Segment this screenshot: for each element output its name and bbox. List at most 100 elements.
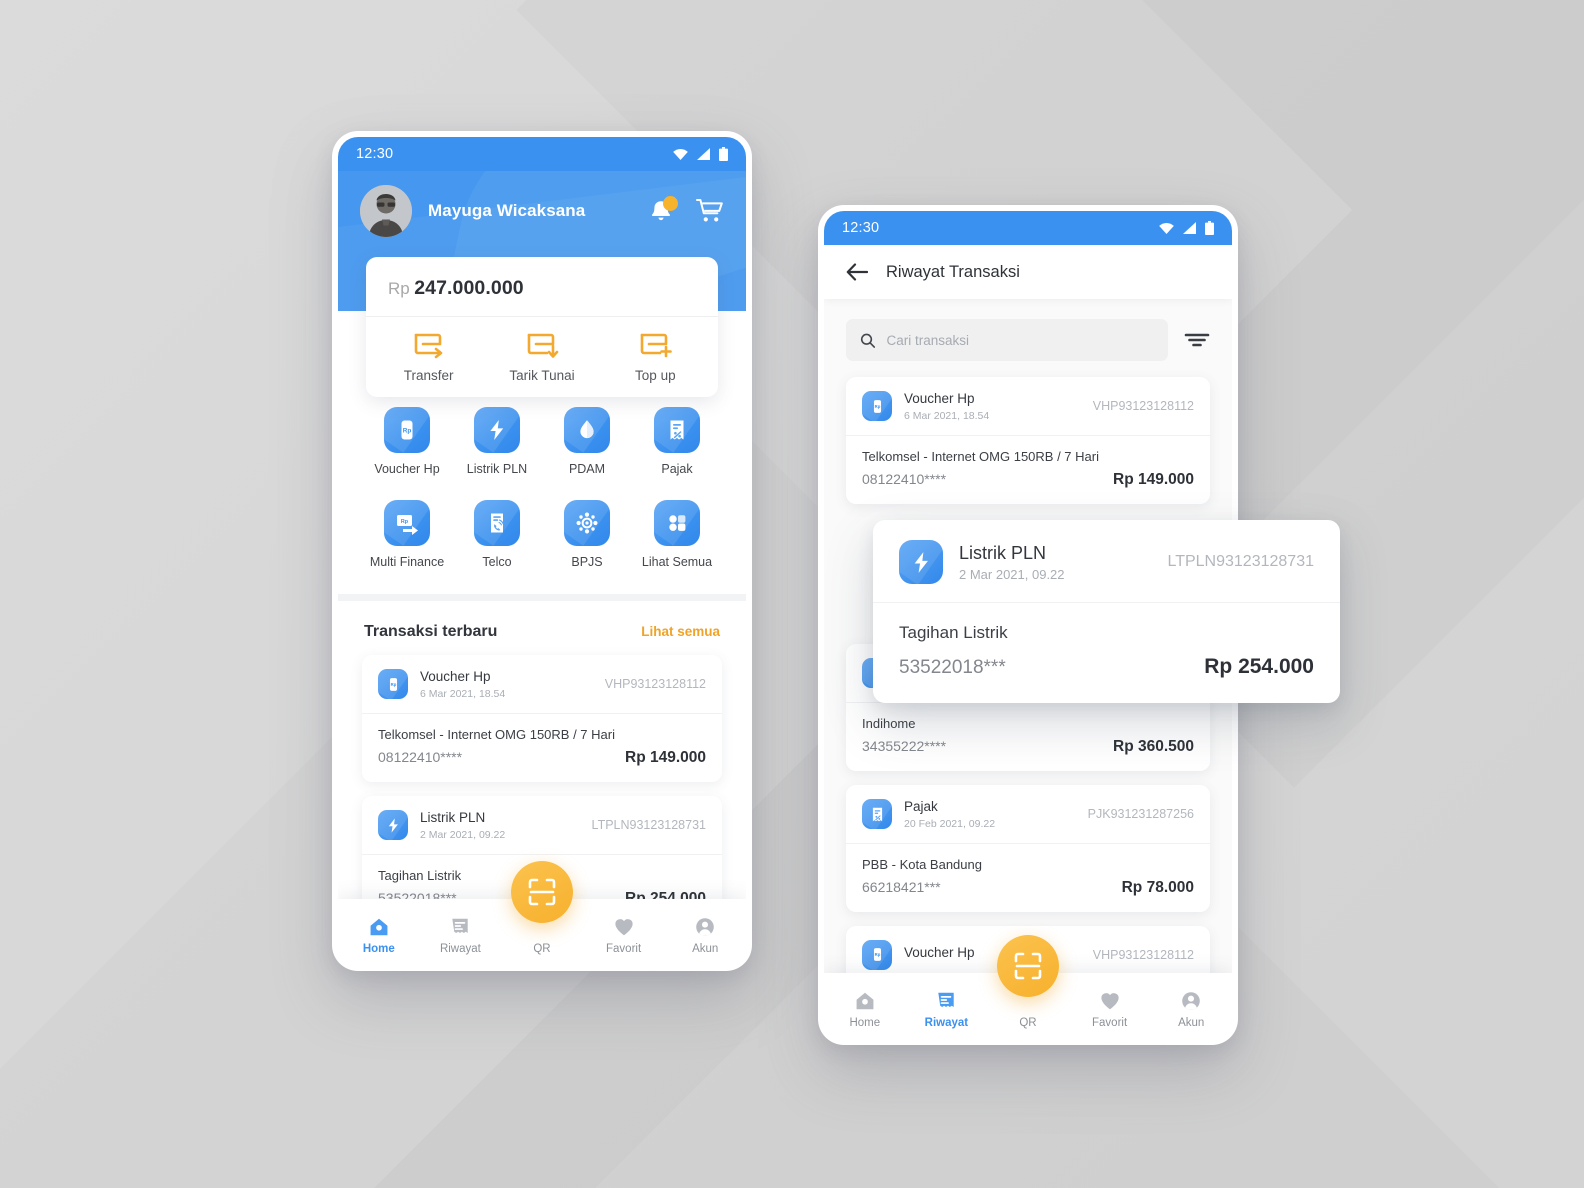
nav-item-favorit[interactable]: Favorit [583,910,665,955]
lightning-icon [378,810,408,841]
service-pdam[interactable]: PDAM [542,407,632,476]
service-voucher-hp[interactable]: Rp Voucher Hp [362,407,452,476]
transaction-card-body: Indihome 34355222**** Rp 360.500 [846,703,1210,771]
filter-icon[interactable] [1184,330,1210,350]
notification-button[interactable] [648,196,678,224]
transaction-card[interactable]: Rp Voucher Hp 6 Mar 2021, 18.54 VHP93123… [362,655,722,782]
nav-label: Riwayat [439,942,481,955]
transaction-card-header: Pajak 20 Feb 2021, 09.22 PJK931231287256 [846,785,1210,844]
phone-voucher-icon: Rp [384,407,430,453]
transaction-amount: Rp 360.500 [1113,737,1194,755]
transfer-button[interactable]: Transfer [372,331,485,383]
cart-icon[interactable] [696,198,724,224]
transaction-meta: Listrik PLN 2 Mar 2021, 09.22 [420,810,505,841]
transaction-date: 6 Mar 2021, 18.54 [904,409,990,422]
page-title: Riwayat Transaksi [886,262,1020,281]
phone-voucher-icon: Rp [862,939,892,970]
search-row [824,299,1232,377]
transaction-type: Voucher Hp [904,391,975,406]
transaction-date: 6 Mar 2021, 18.54 [420,687,506,700]
transaction-amount: Rp 78.000 [1121,878,1194,896]
transaction-id: VHP93123128112 [1092,947,1194,962]
header-row: Mayuga Wicaksana [338,171,746,237]
transaction-card[interactable]: Rp Voucher Hp 6 Mar 2021, 18.54 VHP93123… [846,377,1210,504]
nav-item-akun[interactable]: Akun [1150,984,1232,1029]
service-label: Listrik PLN [466,462,528,476]
lightning-icon [899,540,943,584]
nav-label: Home [849,1016,881,1029]
transaction-card-header: Rp Voucher Hp 6 Mar 2021, 18.54 VHP93123… [362,655,722,714]
nav-label: Riwayat [924,1016,969,1029]
service-lihat-semua[interactable]: Lihat Semua [632,500,722,569]
service-pajak[interactable]: Pajak [632,407,722,476]
service-label: BPJS [571,555,603,569]
transaction-meta: Pajak 20 Feb 2021, 09.22 [904,799,995,830]
transaction-date: 2 Mar 2021, 09.22 [420,828,506,841]
history-app-bar: Riwayat Transaksi [824,245,1232,299]
balance-currency: Rp [388,279,410,298]
balance-actions: Transfer Tarik Tunai Top up [366,317,718,397]
see-all-link[interactable]: Lihat semua [641,624,720,639]
signal-icon [697,148,710,160]
service-listrik-pln[interactable]: Listrik PLN [452,407,542,476]
user-avatar-image [360,185,412,237]
nav-item-home[interactable]: Home [338,910,420,955]
status-bar-icons [1159,221,1214,235]
withdraw-button[interactable]: Tarik Tunai [485,331,598,383]
transfer-icon [414,333,442,359]
nav-item-akun[interactable]: Akun [664,910,746,955]
overlay-transaction-description: Tagihan Listrik [899,623,1008,642]
transaction-amount-row: 34355222**** Rp 360.500 [862,738,1194,756]
page-background [0,0,1584,1188]
transaction-card-header: Rp Voucher Hp 6 Mar 2021, 18.54 VHP93123… [846,377,1210,436]
service-multi-finance[interactable]: Rp Multi Finance [362,500,452,569]
status-bar-left: 12:30 [338,137,746,171]
service-label: Voucher Hp [374,462,440,476]
section-divider [338,594,746,601]
service-label: PDAM [568,462,606,476]
overlay-card-header: Listrik PLN 2 Mar 2021, 09.22 LTPLN93123… [873,520,1340,603]
qr-scan-button[interactable] [997,935,1059,997]
transaction-amount-row: 08122410**** Rp 149.000 [862,471,1194,489]
arrow-left-icon[interactable] [846,263,868,281]
nav-item-riwayat[interactable]: Riwayat [420,910,502,955]
nav-item-favorit[interactable]: Favorit [1069,984,1151,1029]
highlighted-transaction-card[interactable]: Listrik PLN 2 Mar 2021, 09.22 LTPLN93123… [873,520,1340,703]
service-bpjs[interactable]: BPJS [542,500,632,569]
transaction-type: Voucher Hp [904,945,975,961]
transaction-type: Listrik PLN [420,809,486,825]
overlay-transaction-date: 2 Mar 2021, 09.22 [959,567,1065,583]
tax-document-icon [862,799,892,830]
heart-icon [1100,992,1119,1009]
notification-badge [663,196,678,211]
account-icon [696,917,714,936]
topup-label: Top up [635,368,676,383]
battery-icon [1205,221,1214,235]
search-box[interactable] [846,319,1168,361]
nav-item-home[interactable]: Home [824,984,906,1029]
transfer-label: Transfer [403,368,454,383]
transaction-meta: Voucher Hp [904,945,975,964]
svg-text:Rp: Rp [403,428,412,435]
nav-label: Akun [692,942,719,955]
battery-icon [719,147,728,161]
nav-item-riwayat[interactable]: Riwayat [906,984,988,1029]
balance-top: Rp 247.000.000 [366,257,718,317]
topup-button[interactable]: Top up [599,331,712,383]
transaction-amount: Rp 149.000 [625,748,706,766]
qr-scan-button[interactable] [511,861,573,923]
search-input[interactable] [886,332,1154,348]
transaction-amount-row: 08122410**** Rp 149.000 [378,749,706,767]
receipt-icon [452,918,469,933]
service-telco[interactable]: Telco [452,500,542,569]
transaction-account: 08122410**** [862,470,947,487]
transaction-amount: Rp 149.000 [1113,470,1194,488]
tax-document-icon [654,407,700,453]
svg-text:Rp: Rp [401,519,409,525]
avatar[interactable] [360,185,412,237]
transaction-meta: Voucher Hp 6 Mar 2021, 18.54 [904,391,989,422]
signal-icon [1183,222,1196,234]
transaction-card[interactable]: Pajak 20 Feb 2021, 09.22 PJK931231287256… [846,784,1210,912]
multi-finance-icon: Rp [384,500,430,546]
account-icon [1182,991,1200,1010]
